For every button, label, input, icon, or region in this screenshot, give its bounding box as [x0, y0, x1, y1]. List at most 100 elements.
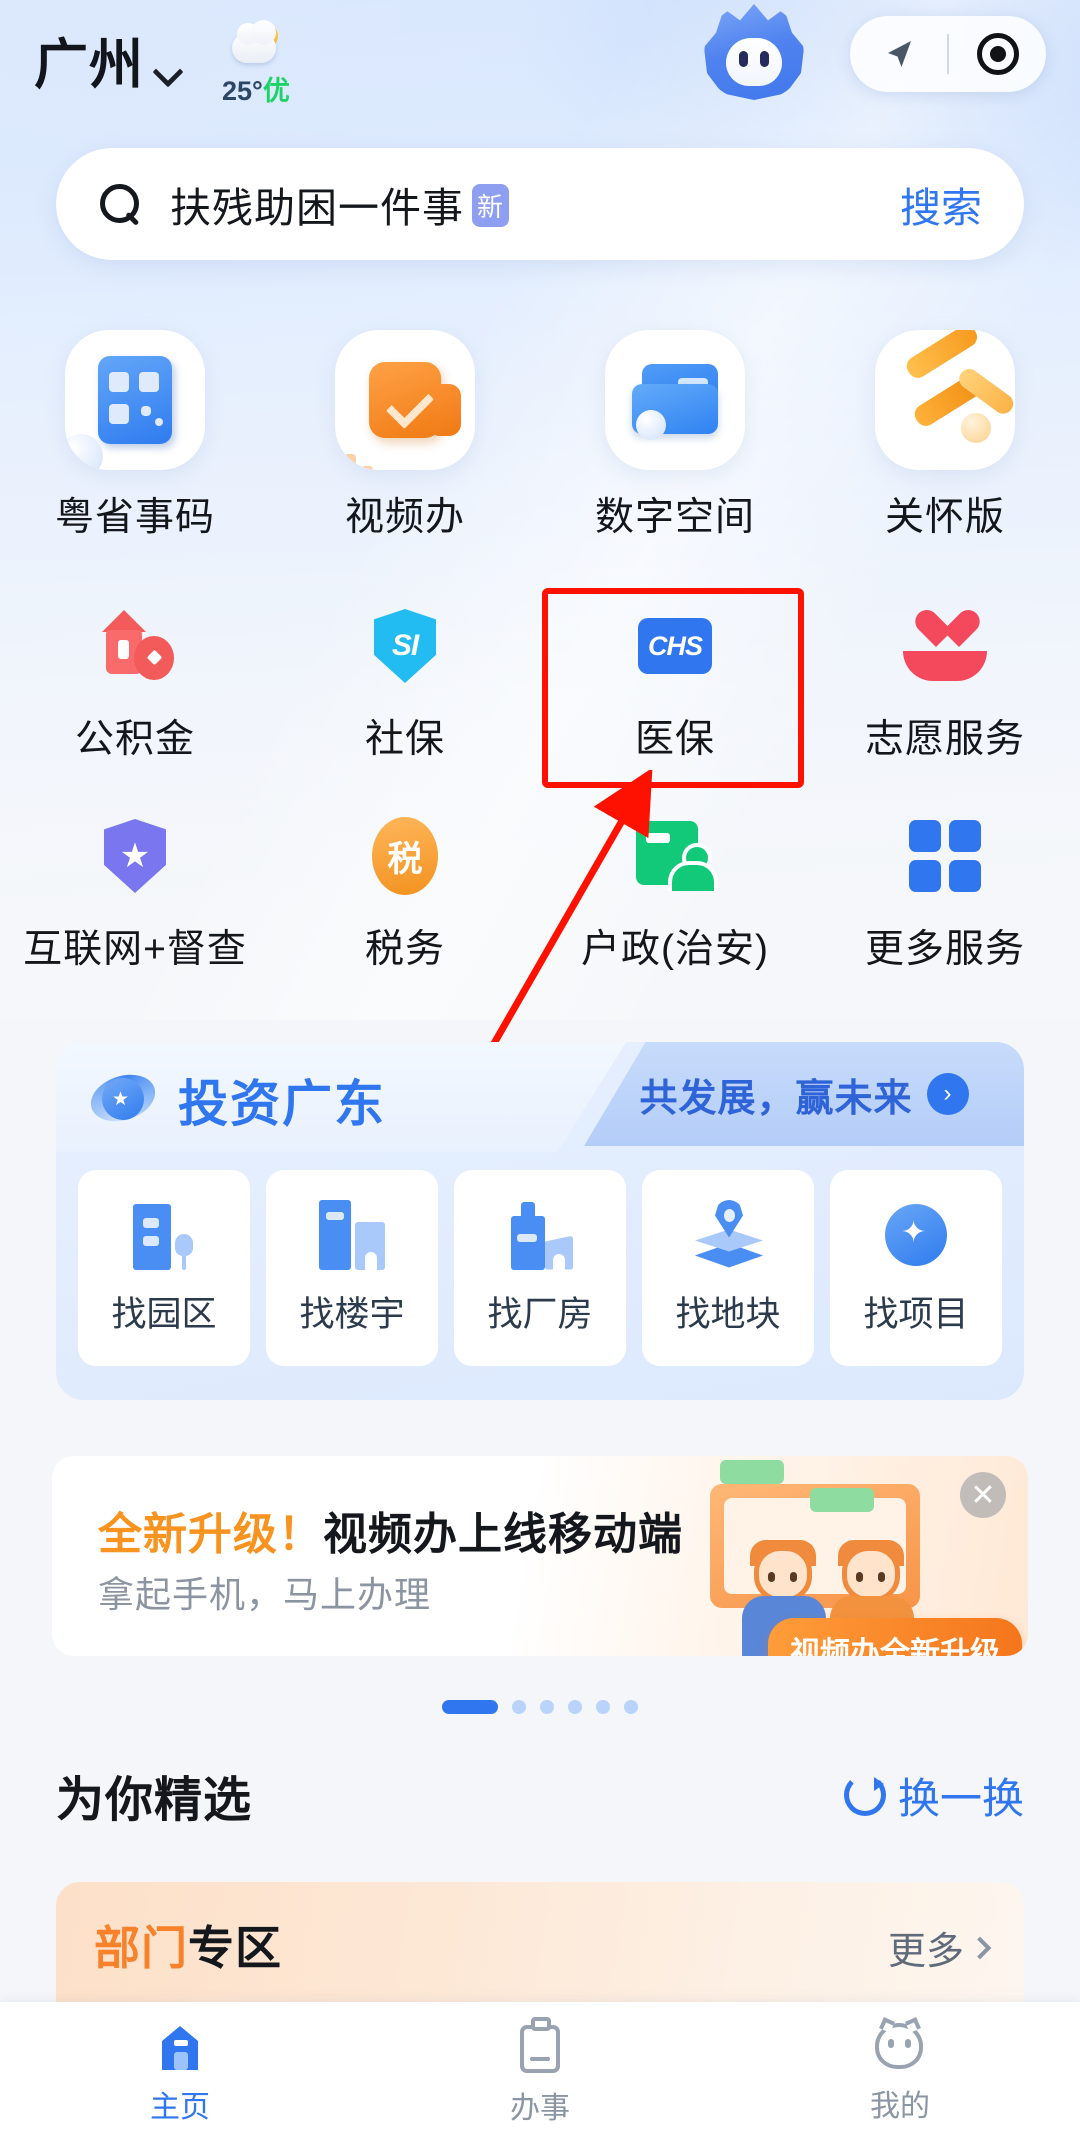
- chevron-right-icon: [968, 1936, 992, 1959]
- housing-fund-icon: [89, 600, 181, 692]
- air-quality-value: 优: [262, 75, 290, 106]
- quick-item-more-services[interactable]: 更多服务: [810, 810, 1080, 974]
- weather-widget[interactable]: 25°优: [222, 19, 290, 108]
- carousel-dot[interactable]: [596, 1700, 610, 1714]
- refresh-button[interactable]: 换一换: [843, 1765, 1024, 1826]
- quick-item-supervision[interactable]: ★ 互联网+督查: [0, 810, 270, 974]
- carousel-dots[interactable]: [0, 1700, 1080, 1714]
- quick-item-label: 数字空间: [594, 496, 755, 539]
- quick-item-label: 关怀版: [884, 496, 1005, 539]
- quick-item-medical-insurance[interactable]: CHS 医保: [540, 600, 810, 764]
- quick-item-care-mode[interactable]: 关怀版: [810, 330, 1080, 542]
- invest-item-land[interactable]: 找地块: [642, 1170, 814, 1366]
- carousel-dot[interactable]: [512, 1700, 526, 1714]
- invest-slogan-button[interactable]: 共发展，赢未来 ›: [584, 1042, 1024, 1146]
- mascot-avatar-icon[interactable]: [700, 0, 808, 106]
- banner-tag: 视频办全新升级: [768, 1618, 1022, 1656]
- tab-label: 办事: [510, 2092, 570, 2125]
- tab-label: 主页: [150, 2091, 210, 2124]
- tab-home[interactable]: 主页: [0, 2018, 360, 2126]
- quick-grid-row-3: ★ 互联网+督查 税 税务 户政(治安) 更多服务: [0, 810, 1080, 974]
- quick-item-housing-fund[interactable]: 公积金: [0, 600, 270, 764]
- supervision-shield-star-icon: ★: [89, 810, 181, 902]
- quick-item-yuesheng-code[interactable]: 粤省事码: [0, 330, 270, 542]
- invest-item-factory[interactable]: 找厂房: [454, 1170, 626, 1366]
- top-action-pill: [850, 16, 1046, 92]
- invest-item-label: 找园区: [111, 1294, 217, 1334]
- carousel-dot[interactable]: [568, 1700, 582, 1714]
- selected-section-header: 为你精选 换一换: [56, 1760, 1024, 1830]
- search-button[interactable]: 搜索: [900, 174, 982, 234]
- quick-item-label: 社保: [364, 718, 445, 761]
- quick-item-label: 公积金: [74, 718, 195, 761]
- quick-item-label: 税务: [364, 928, 445, 971]
- quick-item-video-service[interactable]: 视频办: [270, 330, 540, 542]
- video-service-icon: [335, 330, 475, 470]
- quick-item-label: 粤省事码: [54, 496, 215, 539]
- invest-guangdong-card: 共发展，赢未来 › ★ 投资广东 找园区 找楼宇 找厂房 找地块 ✦ 找项目: [56, 1042, 1024, 1400]
- profile-cat-icon: [873, 2017, 927, 2073]
- tab-profile[interactable]: 我的: [720, 2017, 1080, 2125]
- search-value: 扶残助困一件事新: [170, 174, 510, 234]
- care-mode-icon: [875, 330, 1015, 470]
- household-police-icon: [629, 810, 721, 902]
- invest-item-label: 找项目: [863, 1294, 969, 1334]
- tax-icon: 税: [359, 810, 451, 902]
- home-icon: [152, 2018, 208, 2074]
- chevron-right-circle-icon: ›: [926, 1073, 969, 1115]
- quick-grid-row-1: 粤省事码 视频办 数字空间 关怀版: [0, 330, 1080, 542]
- temperature-value: 25°: [222, 75, 263, 106]
- dept-more-label: 更多: [887, 1931, 964, 1973]
- city-name: 广州: [34, 35, 144, 95]
- factory-icon: [503, 1200, 577, 1272]
- dept-zone-card[interactable]: 部门专区 更多: [56, 1882, 1024, 2002]
- dept-more-button[interactable]: 更多: [887, 1920, 992, 1975]
- invest-item-label: 找厂房: [487, 1294, 593, 1334]
- quick-item-volunteer[interactable]: 志愿服务: [810, 600, 1080, 764]
- carousel-dot[interactable]: [442, 1700, 498, 1714]
- dept-title-rest: 专区: [188, 1922, 282, 1974]
- volunteer-heart-hand-icon: [899, 600, 991, 692]
- invest-item-park[interactable]: 找园区: [78, 1170, 250, 1366]
- refresh-icon: [843, 1774, 886, 1816]
- quick-item-label: 视频办: [344, 496, 465, 539]
- invest-guangdong-logo-icon: ★: [84, 1064, 162, 1130]
- video-service-banner[interactable]: 全新升级！视频办上线移动端 拿起手机，马上办理 ✕ 视频办全新升级: [52, 1456, 1028, 1656]
- medical-insurance-chs-icon: CHS: [629, 600, 721, 692]
- banner-subtitle: 拿起手机，马上办理: [98, 1574, 432, 1615]
- refresh-label: 换一换: [897, 1774, 1024, 1822]
- land-plot-pin-icon: [691, 1199, 765, 1272]
- quick-grid-row-2: 公积金 SI 社保 CHS 医保 志愿服务: [0, 600, 1080, 764]
- invest-items: 找园区 找楼宇 找厂房 找地块 ✦ 找项目: [78, 1170, 1002, 1366]
- qr-code-card-icon: [65, 330, 205, 470]
- dept-title-highlight: 部门: [94, 1922, 188, 1974]
- invest-item-label: 找楼宇: [299, 1294, 405, 1334]
- bottom-tab-bar: 主页 办事 我的: [0, 2002, 1080, 2142]
- quick-item-label: 互联网+督查: [23, 928, 247, 971]
- quick-item-household-police[interactable]: 户政(治安): [540, 810, 810, 974]
- more-services-grid-icon: [899, 810, 991, 902]
- project-star-icon: ✦: [879, 1200, 953, 1272]
- navigation-arrow-icon[interactable]: [850, 16, 946, 92]
- weather-text: 25°优: [222, 69, 290, 108]
- section-title: 为你精选: [56, 1774, 253, 1827]
- invest-item-project[interactable]: ✦ 找项目: [830, 1170, 1002, 1366]
- invest-item-label: 找地块: [675, 1294, 781, 1334]
- search-input[interactable]: 扶残助困一件事新 搜索: [56, 148, 1024, 260]
- clipboard-icon: [514, 2017, 566, 2075]
- quick-item-social-insurance[interactable]: SI 社保: [270, 600, 540, 764]
- office-tower-icon: [315, 1199, 389, 1272]
- search-new-badge: 新: [472, 184, 510, 227]
- quick-item-digital-space[interactable]: 数字空间: [540, 330, 810, 542]
- invest-title: 投资广东: [178, 1076, 386, 1132]
- social-insurance-si-icon: SI: [359, 600, 451, 692]
- city-selector[interactable]: 广州: [34, 38, 180, 92]
- tab-services[interactable]: 办事: [360, 2017, 720, 2127]
- quick-item-tax[interactable]: 税 税务: [270, 810, 540, 974]
- carousel-dot[interactable]: [540, 1700, 554, 1714]
- invest-item-tower[interactable]: 找楼宇: [266, 1170, 438, 1366]
- invest-card-header: 共发展，赢未来 › ★ 投资广东: [56, 1042, 1024, 1152]
- record-target-icon[interactable]: [950, 16, 1046, 92]
- invest-slogan: 共发展，赢未来: [639, 1077, 913, 1120]
- carousel-dot[interactable]: [624, 1700, 638, 1714]
